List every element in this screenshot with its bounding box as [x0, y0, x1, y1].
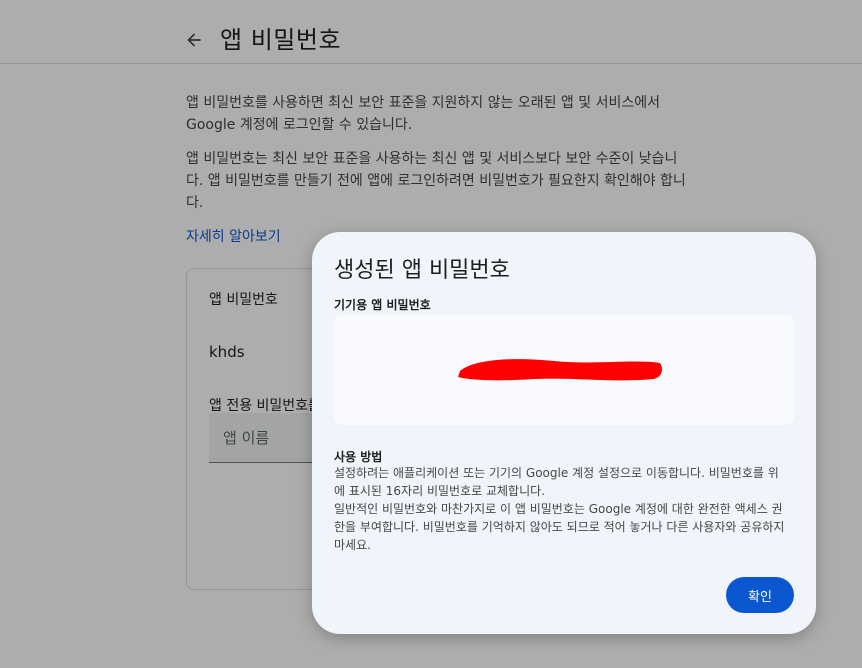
- password-label: 기기용 앱 비밀번호: [334, 298, 431, 312]
- howto-line-2: 일반적인 비밀번호와 마찬가지로 이 앱 비밀번호는 Google 계정에 대한…: [334, 502, 785, 552]
- dialog-title: 생성된 앱 비밀번호: [334, 258, 510, 283]
- redaction-mark: [458, 359, 662, 381]
- password-display: [334, 315, 794, 425]
- howto-line-1: 설정하려는 애플리케이션 또는 기기의 Google 계정 설정으로 이동합니다…: [334, 466, 779, 498]
- howto-text: 설정하려는 애플리케이션 또는 기기의 Google 계정 설정으로 이동합니다…: [334, 464, 786, 554]
- confirm-button[interactable]: 확인: [726, 577, 794, 613]
- howto-title: 사용 방법: [334, 450, 383, 464]
- generated-password-dialog: 생성된 앱 비밀번호 기기용 앱 비밀번호 사용 방법 설정하려는 애플리케이션…: [312, 232, 816, 634]
